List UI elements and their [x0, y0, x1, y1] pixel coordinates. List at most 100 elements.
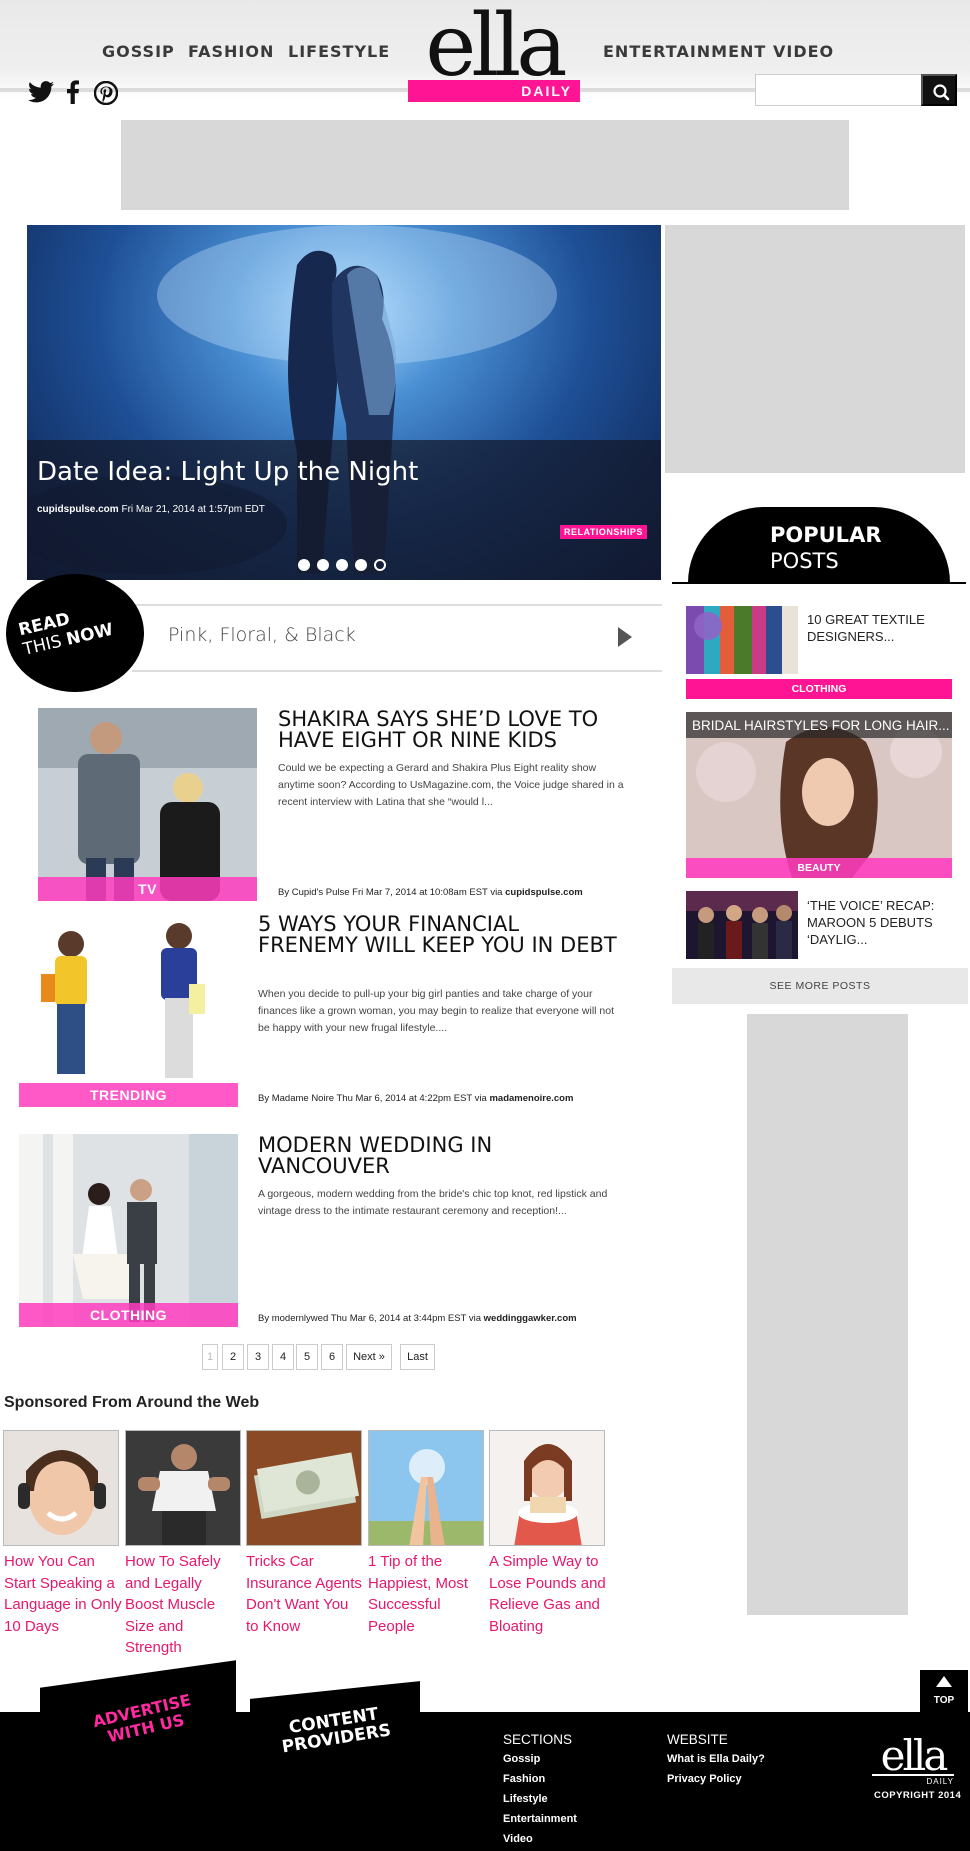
slide-dot[interactable]: [317, 559, 329, 571]
sponsored-image-money: [247, 1431, 361, 1545]
page-6[interactable]: 6: [321, 1344, 343, 1370]
article-title[interactable]: 5 WAYS YOUR FINANCIAL FRENEMY WILL KEEP …: [258, 914, 618, 956]
hero-category-tag[interactable]: RELATIONSHIPS: [560, 525, 647, 539]
popular-post-feature[interactable]: BRIDAL HAIRSTYLES FOR LONG HAIR... BEAUT…: [686, 712, 952, 878]
sponsored-image-sky-hands: [369, 1431, 483, 1545]
footer-link-video[interactable]: Video: [503, 1833, 533, 1845]
sponsored-image-woman-cake: [490, 1431, 604, 1545]
slide-dot-active[interactable]: [374, 559, 386, 571]
nav-entertainment[interactable]: ENTERTAINMENT: [603, 42, 766, 61]
search-button[interactable]: [921, 74, 957, 106]
nav-gossip[interactable]: GOSSIP: [102, 42, 175, 61]
page-4[interactable]: 4: [272, 1344, 294, 1370]
logo-wordmark: ella: [425, 0, 567, 96]
article-title[interactable]: MODERN WEDDING IN VANCOUVER: [258, 1135, 618, 1177]
sponsored-image[interactable]: [3, 1430, 119, 1546]
leaderboard-ad[interactable]: [121, 120, 849, 210]
footer-link-gossip[interactable]: Gossip: [503, 1753, 540, 1765]
back-to-top-button[interactable]: TOP: [920, 1670, 968, 1714]
search-input[interactable]: [755, 74, 923, 106]
popular-post-image: [686, 891, 798, 959]
search-icon: [933, 84, 950, 101]
article-title[interactable]: SHAKIRA SAYS SHE’D LOVE TO HAVE EIGHT OR…: [278, 709, 638, 751]
category-tag[interactable]: TV: [38, 877, 257, 901]
popular-post-category[interactable]: BEAUTY: [686, 858, 952, 878]
slide-dot[interactable]: [355, 559, 367, 571]
nav-video[interactable]: VIDEO: [773, 42, 834, 61]
popular-post-category[interactable]: CLOTHING: [686, 679, 952, 699]
sidebar-ad-top[interactable]: [665, 225, 965, 473]
see-more-posts-button[interactable]: SEE MORE POSTS: [672, 968, 968, 1004]
article-excerpt: Could we be expecting a Gerard and Shaki…: [278, 762, 624, 808]
slide-dot[interactable]: [298, 559, 310, 571]
slide-dot[interactable]: [336, 559, 348, 571]
sponsored-link[interactable]: 1 Tip of the Happiest, Most Successful P…: [368, 1551, 486, 1637]
last-page-button[interactable]: Last: [400, 1344, 435, 1370]
logo-subtitle: DAILY: [408, 80, 580, 102]
article-image: [38, 708, 257, 901]
footer-logo-wordmark: ella: [880, 1731, 949, 1780]
page-3[interactable]: 3: [247, 1344, 269, 1370]
back-to-top-label: TOP: [933, 1695, 955, 1706]
sponsored-image-bodybuilder: [126, 1431, 240, 1545]
article-thumbnail[interactable]: TRENDING: [19, 914, 238, 1107]
next-page-button[interactable]: Next »: [346, 1344, 392, 1370]
page-5[interactable]: 5: [296, 1344, 318, 1370]
facebook-icon[interactable]: [66, 80, 80, 104]
article-byline: By Cupid's Pulse Fri Mar 7, 2014 at 10:0…: [278, 887, 583, 898]
sponsored-image[interactable]: [368, 1430, 484, 1546]
popular-post-title[interactable]: 10 GREAT TEXTILE DESIGNERS...: [807, 611, 947, 645]
footer-logo[interactable]: ella DAILY: [872, 1731, 954, 1786]
sponsored-link[interactable]: How You Can Start Speaking a Language in…: [4, 1551, 122, 1637]
sidebar-skyscraper-ad[interactable]: [747, 1014, 908, 1615]
footer-link-lifestyle[interactable]: Lifestyle: [503, 1793, 548, 1805]
footer-sections-heading: SECTIONS: [503, 1732, 573, 1747]
article-source-link[interactable]: madamenoire.com: [489, 1093, 573, 1104]
arrow-up-icon: [936, 1676, 952, 1687]
popular-post-title[interactable]: ‘THE VOICE’ RECAP: MAROON 5 DEBUTS ‘DAYL…: [807, 897, 947, 948]
footer-link-fashion[interactable]: Fashion: [503, 1773, 545, 1785]
page-2[interactable]: 2: [222, 1344, 244, 1370]
page-1: 1: [202, 1344, 218, 1370]
popular-post-thumbnail[interactable]: [686, 891, 798, 959]
article-thumbnail[interactable]: TV: [38, 708, 257, 901]
hero-source[interactable]: cupidspulse.com: [37, 504, 119, 515]
article-source-link[interactable]: cupidspulse.com: [505, 887, 583, 898]
footer-link-entertainment[interactable]: Entertainment: [503, 1813, 577, 1825]
popular-post-thumbnail[interactable]: [686, 606, 798, 674]
popular-post-image: [686, 606, 798, 674]
popular-posts-title: POPULAR POSTS: [770, 523, 882, 573]
play-arrow-icon[interactable]: [618, 627, 632, 647]
popular-posts-divider: [672, 582, 966, 584]
article-excerpt: When you decide to pull-up your big girl…: [258, 988, 615, 1034]
site-logo[interactable]: ella DAILY: [408, 0, 580, 102]
pinterest-icon[interactable]: [94, 81, 118, 105]
article-source-link[interactable]: weddinggawker.com: [484, 1313, 577, 1324]
article-byline: By modernlywed Thu Mar 6, 2014 at 3:44pm…: [258, 1313, 577, 1324]
footer-website-heading: WEBSITE: [667, 1732, 728, 1747]
category-tag[interactable]: CLOTHING: [19, 1303, 238, 1327]
article-thumbnail[interactable]: CLOTHING: [19, 1134, 238, 1327]
article-excerpt: A gorgeous, modern wedding from the brid…: [258, 1188, 608, 1217]
hero-date: Fri Mar 21, 2014 at 1:57pm EDT: [121, 504, 265, 515]
sponsored-link[interactable]: Tricks Car Insurance Agents Don't Want Y…: [246, 1551, 364, 1637]
sponsored-link[interactable]: A Simple Way to Lose Pounds and Relieve …: [489, 1551, 607, 1637]
category-tag[interactable]: TRENDING: [19, 1083, 238, 1107]
nav-fashion[interactable]: FASHION: [188, 42, 274, 61]
sponsored-link[interactable]: How To Safely and Legally Boost Muscle S…: [125, 1551, 243, 1659]
hero-title[interactable]: Date Idea: Light Up the Night: [37, 457, 418, 487]
twitter-icon[interactable]: [28, 81, 54, 103]
sponsored-image-woman-headphones: [4, 1431, 118, 1545]
nav-lifestyle[interactable]: LIFESTYLE: [288, 42, 390, 61]
footer-link-about[interactable]: What is Ella Daily?: [667, 1753, 765, 1765]
copyright-text: COPYRIGHT 2014: [874, 1790, 962, 1801]
footer-link-privacy[interactable]: Privacy Policy: [667, 1773, 742, 1785]
read-this-now-headline[interactable]: Pink, Floral, & Black: [168, 624, 356, 646]
hero-byline: cupidspulse.com Fri Mar 21, 2014 at 1:57…: [37, 504, 265, 515]
sponsored-image[interactable]: [489, 1430, 605, 1546]
sponsored-image[interactable]: [125, 1430, 241, 1546]
popular-post-title[interactable]: BRIDAL HAIRSTYLES FOR LONG HAIR...: [692, 717, 950, 734]
sponsored-image[interactable]: [246, 1430, 362, 1546]
article-image: [19, 1134, 238, 1327]
hero-slider[interactable]: Date Idea: Light Up the Night cupidspuls…: [27, 225, 661, 580]
